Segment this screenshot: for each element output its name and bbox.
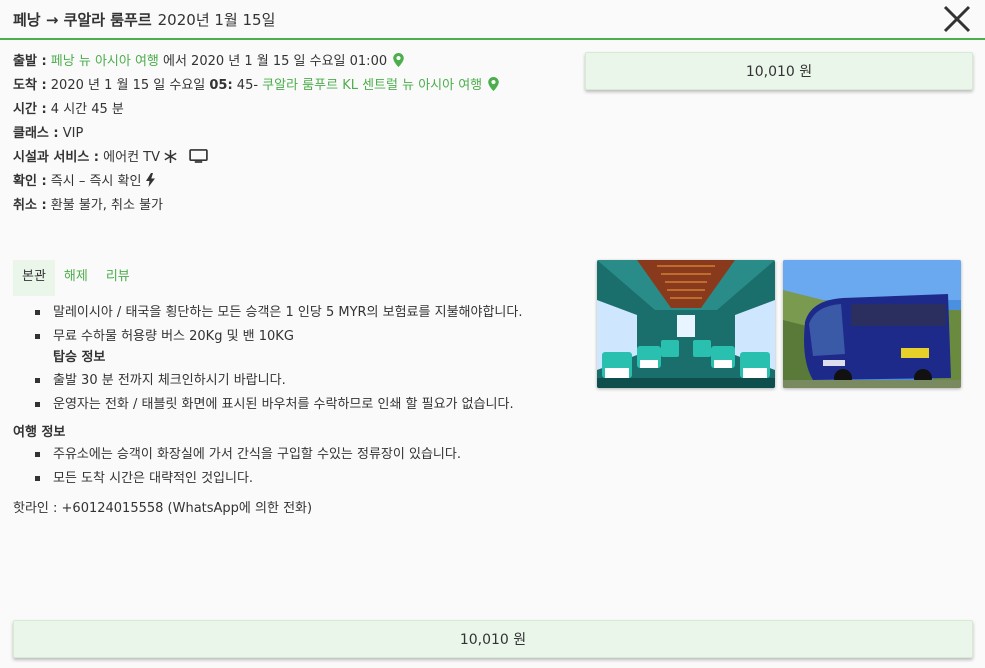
duration-label: 시간 : xyxy=(13,102,47,117)
tab-main[interactable]: 본관 xyxy=(13,260,55,296)
class-label: 클래스 : xyxy=(13,126,59,141)
hotline-text: 핫라인 : +60124015558 (WhatsApp에 의한 전화) xyxy=(13,501,313,516)
map-pin-icon[interactable] xyxy=(393,53,404,67)
tab-release[interactable]: 해제 xyxy=(55,260,97,296)
facilities-value: 에어컨 TV xyxy=(99,150,160,165)
cancel-label: 취소 : xyxy=(13,198,47,213)
cancel-value: 환불 불가, 취소 불가 xyxy=(46,198,163,213)
list-item: 무료 수하물 허용량 버스 20Kg 및 밴 10KG xyxy=(13,326,558,348)
snowflake-icon xyxy=(164,150,177,163)
arrival-text: 2020 년 1 월 15 일 수요일 xyxy=(46,78,210,93)
trip-details: 출발 : 페낭 뉴 아시아 여행 에서 2020 년 1 월 15 일 수요일 … xyxy=(13,50,573,218)
confirm-value: 즉시 – 즉시 확인 xyxy=(46,174,142,189)
close-icon[interactable] xyxy=(941,3,973,35)
arrival-place-link[interactable]: 쿠알라 룸푸르 KL 센트럴 뉴 아시아 여행 xyxy=(262,78,482,93)
boarding-info-heading: 탑승 정보 xyxy=(53,350,106,365)
arrival-minute: 45- xyxy=(232,78,263,93)
boarding-list: 출발 30 분 전까지 체크인하시기 바랍니다. 운영자는 전화 / 태블릿 화… xyxy=(13,370,558,416)
travel-info-heading: 여행 정보 xyxy=(13,425,66,440)
departure-label: 출발 : xyxy=(13,54,47,69)
arrival-row: 도착 : 2020 년 1 월 15 일 수요일 05: 45- 쿠알라 룸푸르… xyxy=(13,74,573,98)
bus-exterior-photo[interactable] xyxy=(783,260,961,388)
class-value: VIP xyxy=(58,126,84,141)
departure-row: 출발 : 페낭 뉴 아시아 여행 에서 2020 년 1 월 15 일 수요일 … xyxy=(13,50,573,74)
cancel-row: 취소 : 환불 불가, 취소 불가 xyxy=(13,194,573,218)
modal-header: 페낭 → 쿠알라 룸푸르 2020년 1월 15일 xyxy=(0,0,985,40)
price-button-top[interactable]: 10,010 원 xyxy=(585,52,973,90)
duration-value: 4 시간 45 분 xyxy=(46,102,124,117)
list-item: 모든 도착 시간은 대략적인 것입니다. xyxy=(13,468,558,490)
arrival-hour: 05: xyxy=(209,78,233,93)
arrival-label: 도착 : xyxy=(13,78,47,93)
lightning-icon xyxy=(145,173,155,187)
facilities-row: 시설과 서비스 : 에어컨 TV xyxy=(13,146,573,170)
map-pin-icon[interactable] xyxy=(488,77,500,91)
confirm-row: 확인 : 즉시 – 즉시 확인 xyxy=(13,170,573,194)
list-item: 출발 30 분 전까지 체크인하시기 바랍니다. xyxy=(13,370,558,392)
price-button-bottom[interactable]: 10,010 원 xyxy=(13,620,973,658)
info-tabs: 본관 해제 리뷰 xyxy=(13,260,139,296)
notice-list: 말레이시아 / 태국을 횡단하는 모든 승객은 1 인당 5 MYR의 보험료를… xyxy=(13,302,558,348)
list-item: 운영자는 전화 / 태블릿 화면에 표시된 바우처를 수락하므로 인쇄 할 필요… xyxy=(13,394,558,416)
confirm-label: 확인 : xyxy=(13,174,47,189)
class-row: 클래스 : VIP xyxy=(13,122,573,146)
departure-text: 에서 2020 년 1 월 15 일 수요일 01:00 xyxy=(158,54,388,69)
route-title: 페낭 → 쿠알라 룸푸르 xyxy=(13,10,152,29)
list-item: 주유소에는 승객이 화장실에 가서 간식을 구입할 수있는 정류장이 있습니다. xyxy=(13,444,558,466)
travel-date: 2020년 1월 15일 xyxy=(157,10,276,29)
booking-modal: 페낭 → 쿠알라 룸푸르 2020년 1월 15일 출발 : 페낭 뉴 아시아 … xyxy=(0,0,985,668)
tab-reviews[interactable]: 리뷰 xyxy=(97,260,139,296)
main-content: 말레이시아 / 태국을 횡단하는 모든 승객은 1 인당 5 MYR의 보험료를… xyxy=(13,302,558,520)
departure-place-link[interactable]: 페낭 뉴 아시아 여행 xyxy=(51,54,159,69)
bus-interior-photo[interactable] xyxy=(597,260,775,388)
duration-row: 시간 : 4 시간 45 분 xyxy=(13,98,573,122)
tv-icon xyxy=(189,149,209,163)
travel-list: 주유소에는 승객이 화장실에 가서 간식을 구입할 수있는 정류장이 있습니다.… xyxy=(13,444,558,490)
facilities-label: 시설과 서비스 : xyxy=(13,150,100,165)
list-item: 말레이시아 / 태국을 횡단하는 모든 승객은 1 인당 5 MYR의 보험료를… xyxy=(13,302,558,324)
